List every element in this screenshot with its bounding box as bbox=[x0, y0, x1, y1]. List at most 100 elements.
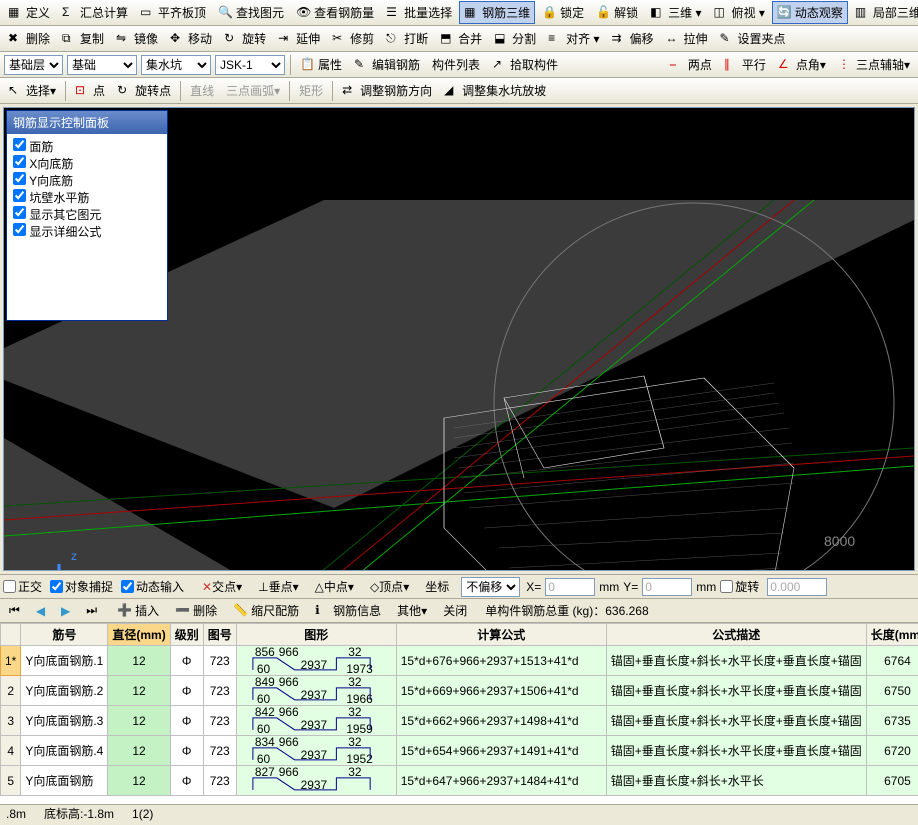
footer-status: .8m 底标高:-1.8m 1(2) bbox=[0, 804, 918, 822]
arc3-button[interactable]: 三点画弧▾ bbox=[221, 79, 285, 102]
scale-button[interactable]: 📏缩尺配筋 bbox=[228, 599, 304, 622]
trim-button[interactable]: ✂修剪 bbox=[327, 27, 379, 50]
point-button[interactable]: ⊡点 bbox=[70, 79, 110, 102]
edit-rebar-button[interactable]: ✎编辑钢筋 bbox=[349, 53, 425, 76]
table-row[interactable]: 5Y向底面钢筋12Φ72382796629373215*d+647+966+29… bbox=[1, 766, 918, 796]
mirror-button[interactable]: ⇋镜像 bbox=[111, 27, 163, 50]
mirror-icon: ⇋ bbox=[116, 31, 132, 47]
rot-button[interactable]: ↻旋转 bbox=[219, 27, 271, 50]
nav-prev[interactable]: ◀ bbox=[31, 601, 50, 621]
two-point-button[interactable]: ⎯两点 bbox=[665, 53, 717, 76]
category-select[interactable]: 基础 bbox=[67, 55, 137, 75]
zb-button[interactable]: 坐标 bbox=[420, 575, 454, 598]
point-angle-button[interactable]: ∠点角▾ bbox=[773, 53, 831, 76]
flat-button[interactable]: ▭平齐板顶 bbox=[135, 1, 211, 24]
col-header[interactable]: 直径(mm) bbox=[108, 624, 170, 646]
unlock-button[interactable]: 🔓解锁 bbox=[591, 1, 643, 24]
select-button[interactable]: ↖选择▾ bbox=[3, 79, 61, 102]
svg-text:1952: 1952 bbox=[346, 752, 373, 766]
level-select[interactable]: 基础层 bbox=[4, 55, 63, 75]
pick-component-button[interactable]: ↗拾取构件 bbox=[487, 53, 563, 76]
def-button[interactable]: ▦定义 bbox=[3, 1, 55, 24]
table-row[interactable]: 3Y向底面钢筋.312Φ72384296629373219596015*d+66… bbox=[1, 706, 918, 736]
cube-button[interactable]: ◧三维 ▾ bbox=[645, 1, 706, 24]
local3d-button[interactable]: ▥局部三维 bbox=[850, 1, 918, 24]
col-header[interactable]: 公式描述 bbox=[606, 624, 866, 646]
insert-button[interactable]: ➕插入 bbox=[112, 599, 164, 622]
grid3d-button[interactable]: ▦钢筋三维 bbox=[459, 1, 535, 24]
attributes-button[interactable]: 📋属性 bbox=[295, 53, 347, 76]
table-row[interactable]: 4Y向底面钢筋.412Φ72383496629373219526015*d+65… bbox=[1, 736, 918, 766]
split-button[interactable]: ⬓分割 bbox=[489, 27, 541, 50]
zd-button[interactable]: △中点▾ bbox=[310, 575, 359, 598]
panel-check[interactable]: 显示详细公式 bbox=[13, 223, 161, 240]
panel-check[interactable]: Y向底筋 bbox=[13, 172, 161, 189]
table-row[interactable]: 1*Y向底面钢筋.112Φ72385696629373219736015*d+6… bbox=[1, 646, 918, 676]
y-input[interactable] bbox=[642, 578, 692, 596]
three-axis-button[interactable]: ⋮三点辅轴▾ bbox=[833, 53, 915, 76]
rect-button[interactable]: 矩形 bbox=[294, 79, 328, 102]
cd-button[interactable]: ⊥垂点▾ bbox=[253, 575, 304, 598]
batch-button[interactable]: ☰批量选择 bbox=[381, 1, 457, 24]
xd-button[interactable]: ✕交点▾ bbox=[197, 575, 247, 598]
component-list-button[interactable]: 构件列表 bbox=[427, 53, 485, 76]
nav-last[interactable]: ⏭ bbox=[81, 600, 102, 621]
snap-toggle[interactable]: 对象捕捉 bbox=[50, 578, 113, 595]
col-header[interactable]: 长度(mm) bbox=[866, 624, 918, 646]
info-button[interactable]: ℹ钢筋信息 bbox=[310, 599, 386, 622]
align-button[interactable]: ≡对齐 ▾ bbox=[543, 27, 604, 50]
adjust-direction-button[interactable]: ⇄调整钢筋方向 bbox=[337, 79, 437, 102]
rot-input[interactable] bbox=[767, 578, 827, 596]
find-button[interactable]: 🔍查找图元 bbox=[213, 1, 289, 24]
rotate-point-button[interactable]: ↻旋转点 bbox=[112, 79, 176, 102]
move-button[interactable]: ✥移动 bbox=[165, 27, 217, 50]
ext-button[interactable]: ⇥延伸 bbox=[273, 27, 325, 50]
nav-first[interactable]: ⏮ bbox=[4, 600, 25, 621]
nav-next[interactable]: ▶ bbox=[56, 601, 75, 621]
delete-button[interactable]: ➖删除 bbox=[170, 599, 222, 622]
close-button[interactable]: 关闭 bbox=[438, 599, 472, 622]
panel-check[interactable]: 面筋 bbox=[13, 138, 161, 155]
merge-button[interactable]: ⬒合并 bbox=[435, 27, 487, 50]
svg-text:60: 60 bbox=[257, 722, 271, 736]
col-header[interactable] bbox=[1, 624, 21, 646]
viewR-button[interactable]: 👁查看钢筋量 bbox=[291, 1, 379, 24]
ortho-toggle[interactable]: 正交 bbox=[3, 578, 42, 595]
del-button[interactable]: ✖删除 bbox=[3, 27, 55, 50]
edit-icon: ✎ bbox=[354, 57, 370, 73]
element-select[interactable]: JSK-1 bbox=[215, 55, 285, 75]
viewport-3d[interactable]: 钢筋显示控制面板 面筋 X向底筋 Y向底筋 坑壁水平筋 显示其它图元 显示详细公… bbox=[3, 107, 915, 571]
orbit-button[interactable]: 🔄动态观察 bbox=[772, 1, 848, 24]
flat-icon: ▭ bbox=[140, 5, 156, 21]
col-header[interactable]: 筋号 bbox=[21, 624, 108, 646]
offset-button[interactable]: ⇉偏移 bbox=[607, 27, 659, 50]
col-header[interactable]: 级别 bbox=[170, 624, 203, 646]
col-header[interactable]: 图号 bbox=[203, 624, 236, 646]
panel-check[interactable]: 显示其它图元 bbox=[13, 206, 161, 223]
find-icon: 🔍 bbox=[218, 5, 234, 21]
x-input[interactable] bbox=[545, 578, 595, 596]
other-button[interactable]: 其他▾ bbox=[392, 599, 432, 622]
rot-toggle[interactable]: 旋转 bbox=[720, 578, 759, 595]
subcategory-select[interactable]: 集水坑 bbox=[141, 55, 211, 75]
ortho-button[interactable]: ◫俯视 ▾ bbox=[709, 1, 770, 24]
col-header[interactable]: 计算公式 bbox=[396, 624, 606, 646]
panel-check[interactable]: 坑壁水平筋 bbox=[13, 189, 161, 206]
stretch-button[interactable]: ↔拉伸 bbox=[661, 27, 713, 50]
rebar-grid[interactable]: 筋号直径(mm)级别图号图形计算公式公式描述长度(mm)根数搭接 1*Y向底面钢… bbox=[0, 622, 918, 804]
line-button[interactable]: 直线 bbox=[185, 79, 219, 102]
lock-button[interactable]: 🔒锁定 bbox=[537, 1, 589, 24]
adjust-slope-button[interactable]: ◢调整集水坑放坡 bbox=[439, 79, 551, 102]
copy-button[interactable]: ⧉复制 bbox=[57, 27, 109, 50]
panel-check[interactable]: X向底筋 bbox=[13, 155, 161, 172]
dd-button[interactable]: ◇顶点▾ bbox=[365, 575, 414, 598]
svg-text:1966: 1966 bbox=[346, 692, 373, 706]
grip-button[interactable]: ✎设置夹点 bbox=[715, 27, 791, 50]
parallel-button[interactable]: ∥平行 bbox=[719, 53, 771, 76]
dyn-toggle[interactable]: 动态输入 bbox=[121, 578, 184, 595]
break-button[interactable]: ⎋打断 bbox=[381, 27, 433, 50]
offset-select[interactable]: 不偏移 bbox=[461, 577, 520, 597]
table-row[interactable]: 2Y向底面钢筋.212Φ72384996629373219666015*d+66… bbox=[1, 676, 918, 706]
sum-button[interactable]: Σ汇总计算 bbox=[57, 1, 133, 24]
col-header[interactable]: 图形 bbox=[236, 624, 396, 646]
